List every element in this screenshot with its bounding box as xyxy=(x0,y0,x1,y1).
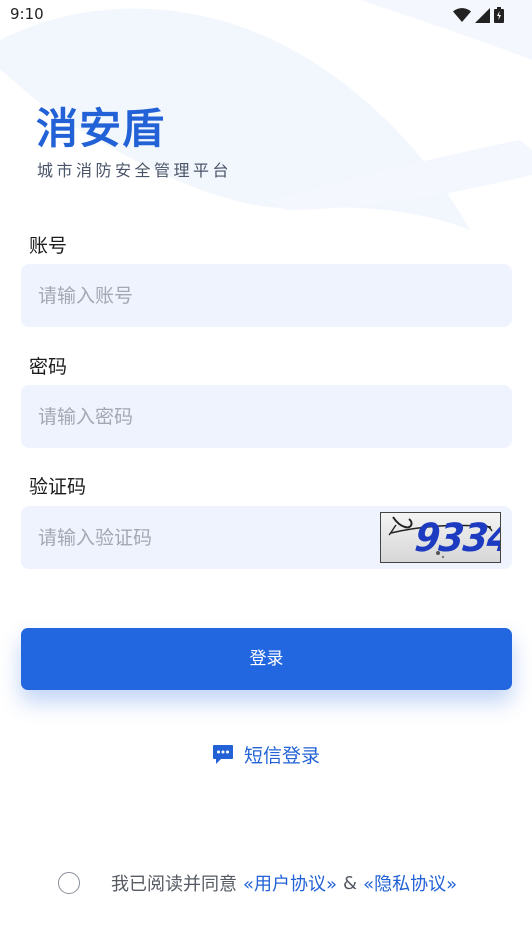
captcha-input[interactable] xyxy=(38,506,368,569)
captcha-field: 9334 xyxy=(21,506,512,569)
account-label: 账号 xyxy=(29,235,68,257)
login-button[interactable]: 登录 xyxy=(21,628,512,690)
agreement-checkbox[interactable] xyxy=(58,872,80,894)
sms-login-label: 短信登录 xyxy=(244,744,321,767)
cellular-signal-icon xyxy=(475,7,490,23)
battery-icon xyxy=(494,7,504,23)
password-label: 密码 xyxy=(29,356,68,378)
wifi-icon xyxy=(453,7,471,22)
status-bar: 9:10 xyxy=(0,0,532,30)
password-field xyxy=(21,385,512,448)
agreement-separator: & xyxy=(343,872,358,894)
status-icons xyxy=(453,7,504,23)
account-input[interactable] xyxy=(38,264,478,327)
captcha-code: 9334 xyxy=(412,516,501,561)
sms-login-link[interactable]: 短信登录 xyxy=(212,740,320,768)
captcha-label: 验证码 xyxy=(29,476,87,498)
privacy-agreement-link[interactable]: «隐私协议» xyxy=(363,870,457,896)
captcha-image[interactable]: 9334 xyxy=(380,512,501,563)
agreement-text: 我已阅读并同意 xyxy=(111,874,237,895)
status-time: 9:10 xyxy=(10,5,44,23)
password-input[interactable] xyxy=(38,385,478,448)
chat-bubble-icon xyxy=(213,745,233,764)
agreement-row: 我已阅读并同意 «用户协议» & «隐私协议» xyxy=(58,868,457,898)
account-field xyxy=(21,264,512,327)
user-agreement-link[interactable]: «用户协议» xyxy=(243,870,337,896)
app-title: 消安盾 xyxy=(36,104,166,153)
app-subtitle: 城市消防安全管理平台 xyxy=(37,161,233,180)
